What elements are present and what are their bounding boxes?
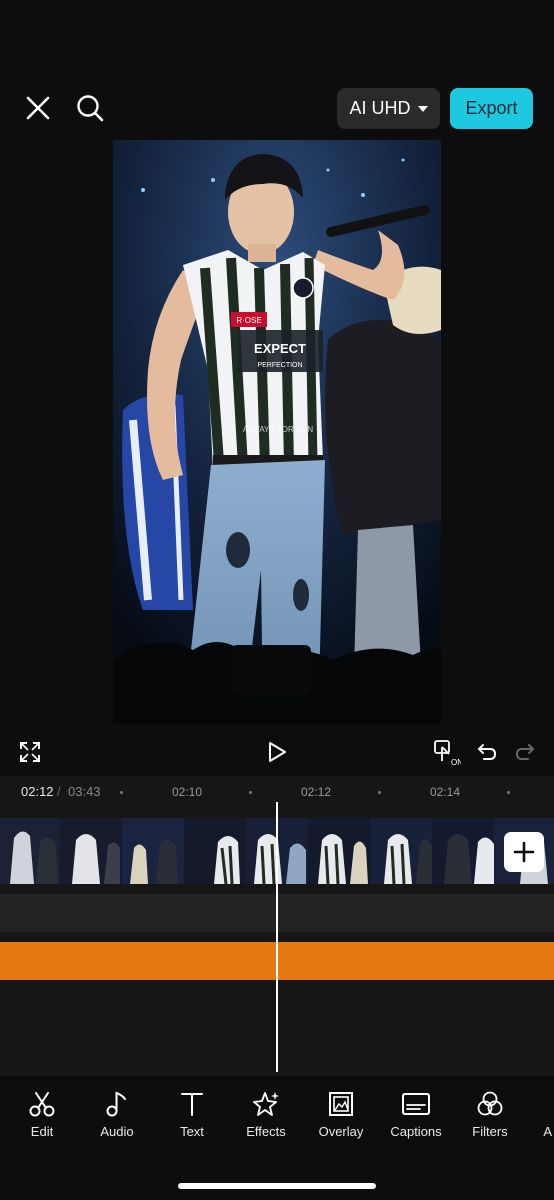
- add-clip-button[interactable]: [504, 832, 544, 872]
- watermark-text: ALWAYS FORWON: [243, 425, 314, 434]
- keyframe-on-icon: ON: [434, 740, 461, 767]
- tool-label: Edit: [30, 1124, 54, 1139]
- tool-more[interactable]: A: [510, 1088, 554, 1139]
- plus-icon: [513, 841, 535, 863]
- scissors-icon: [29, 1092, 55, 1117]
- svg-text:ON: ON: [451, 758, 461, 767]
- quality-dropdown[interactable]: AI UHD: [337, 88, 440, 129]
- play-icon: [269, 742, 286, 762]
- home-indicator: [178, 1183, 376, 1189]
- tool-label: Text: [180, 1124, 204, 1139]
- video-preview[interactable]: EXPECT PERFECTION R·OSE ALWAYS FORWON: [113, 140, 441, 724]
- sparkle-star-icon: [253, 1092, 279, 1116]
- top-bar: AI UHD Export: [0, 80, 554, 136]
- fullscreen-button[interactable]: [14, 736, 46, 768]
- preview-frame-image: EXPECT PERFECTION R·OSE ALWAYS FORWON: [113, 140, 441, 724]
- ruler-dot: [507, 791, 510, 794]
- jersey-patch-text: R·OSE: [236, 316, 261, 325]
- playhead[interactable]: [276, 802, 278, 1072]
- music-note-icon: [106, 1091, 126, 1117]
- tool-label: Effects: [246, 1124, 286, 1139]
- jersey-text: EXPECT: [254, 341, 306, 356]
- filters-icon: [477, 1091, 503, 1116]
- tool-label: Captions: [390, 1124, 442, 1139]
- text-icon: [181, 1093, 203, 1116]
- tool-audio[interactable]: Audio: [77, 1088, 157, 1139]
- undo-icon: [477, 744, 497, 760]
- close-icon: [26, 96, 50, 120]
- close-button[interactable]: [20, 90, 56, 126]
- tool-effects[interactable]: Effects: [226, 1088, 306, 1139]
- tool-label: A: [543, 1124, 552, 1139]
- captions-icon: [402, 1093, 430, 1115]
- time-separator: /: [57, 784, 61, 799]
- ruler-tick-label: 02:12: [301, 785, 332, 799]
- tool-edit[interactable]: Edit: [2, 1088, 82, 1139]
- redo-button[interactable]: [509, 736, 541, 768]
- tool-captions[interactable]: Captions: [376, 1088, 456, 1139]
- fullscreen-icon: [20, 742, 40, 762]
- tool-overlay[interactable]: Overlay: [301, 1088, 381, 1139]
- jersey-subtext: PERFECTION: [257, 362, 302, 369]
- search-button[interactable]: [70, 88, 110, 128]
- ruler-dot: [249, 791, 252, 794]
- ruler-dot: [120, 791, 123, 794]
- ruler-dot: [378, 791, 381, 794]
- ruler-tick-label: 02:14: [430, 785, 461, 799]
- search-icon: [77, 95, 104, 122]
- keyframe-toggle-button[interactable]: ON: [430, 736, 462, 768]
- ruler-tick-label: 02:10: [172, 785, 203, 799]
- total-time: 03:43: [68, 784, 101, 799]
- tool-label: Audio: [100, 1124, 134, 1139]
- tool-label: Overlay: [318, 1124, 364, 1139]
- bottom-toolbar: Edit Audio Text Effects Overlay Captions…: [0, 1080, 554, 1160]
- overlay-icon: [329, 1092, 353, 1116]
- export-button[interactable]: Export: [450, 88, 533, 129]
- quality-label: AI UHD: [349, 98, 411, 118]
- caret-down-icon: [417, 106, 428, 112]
- play-button[interactable]: [261, 736, 293, 768]
- playback-controls: ON: [0, 728, 554, 774]
- redo-icon: [515, 744, 535, 760]
- tool-text[interactable]: Text: [152, 1088, 232, 1139]
- undo-button[interactable]: [471, 736, 503, 768]
- current-time: 02:12: [21, 784, 54, 799]
